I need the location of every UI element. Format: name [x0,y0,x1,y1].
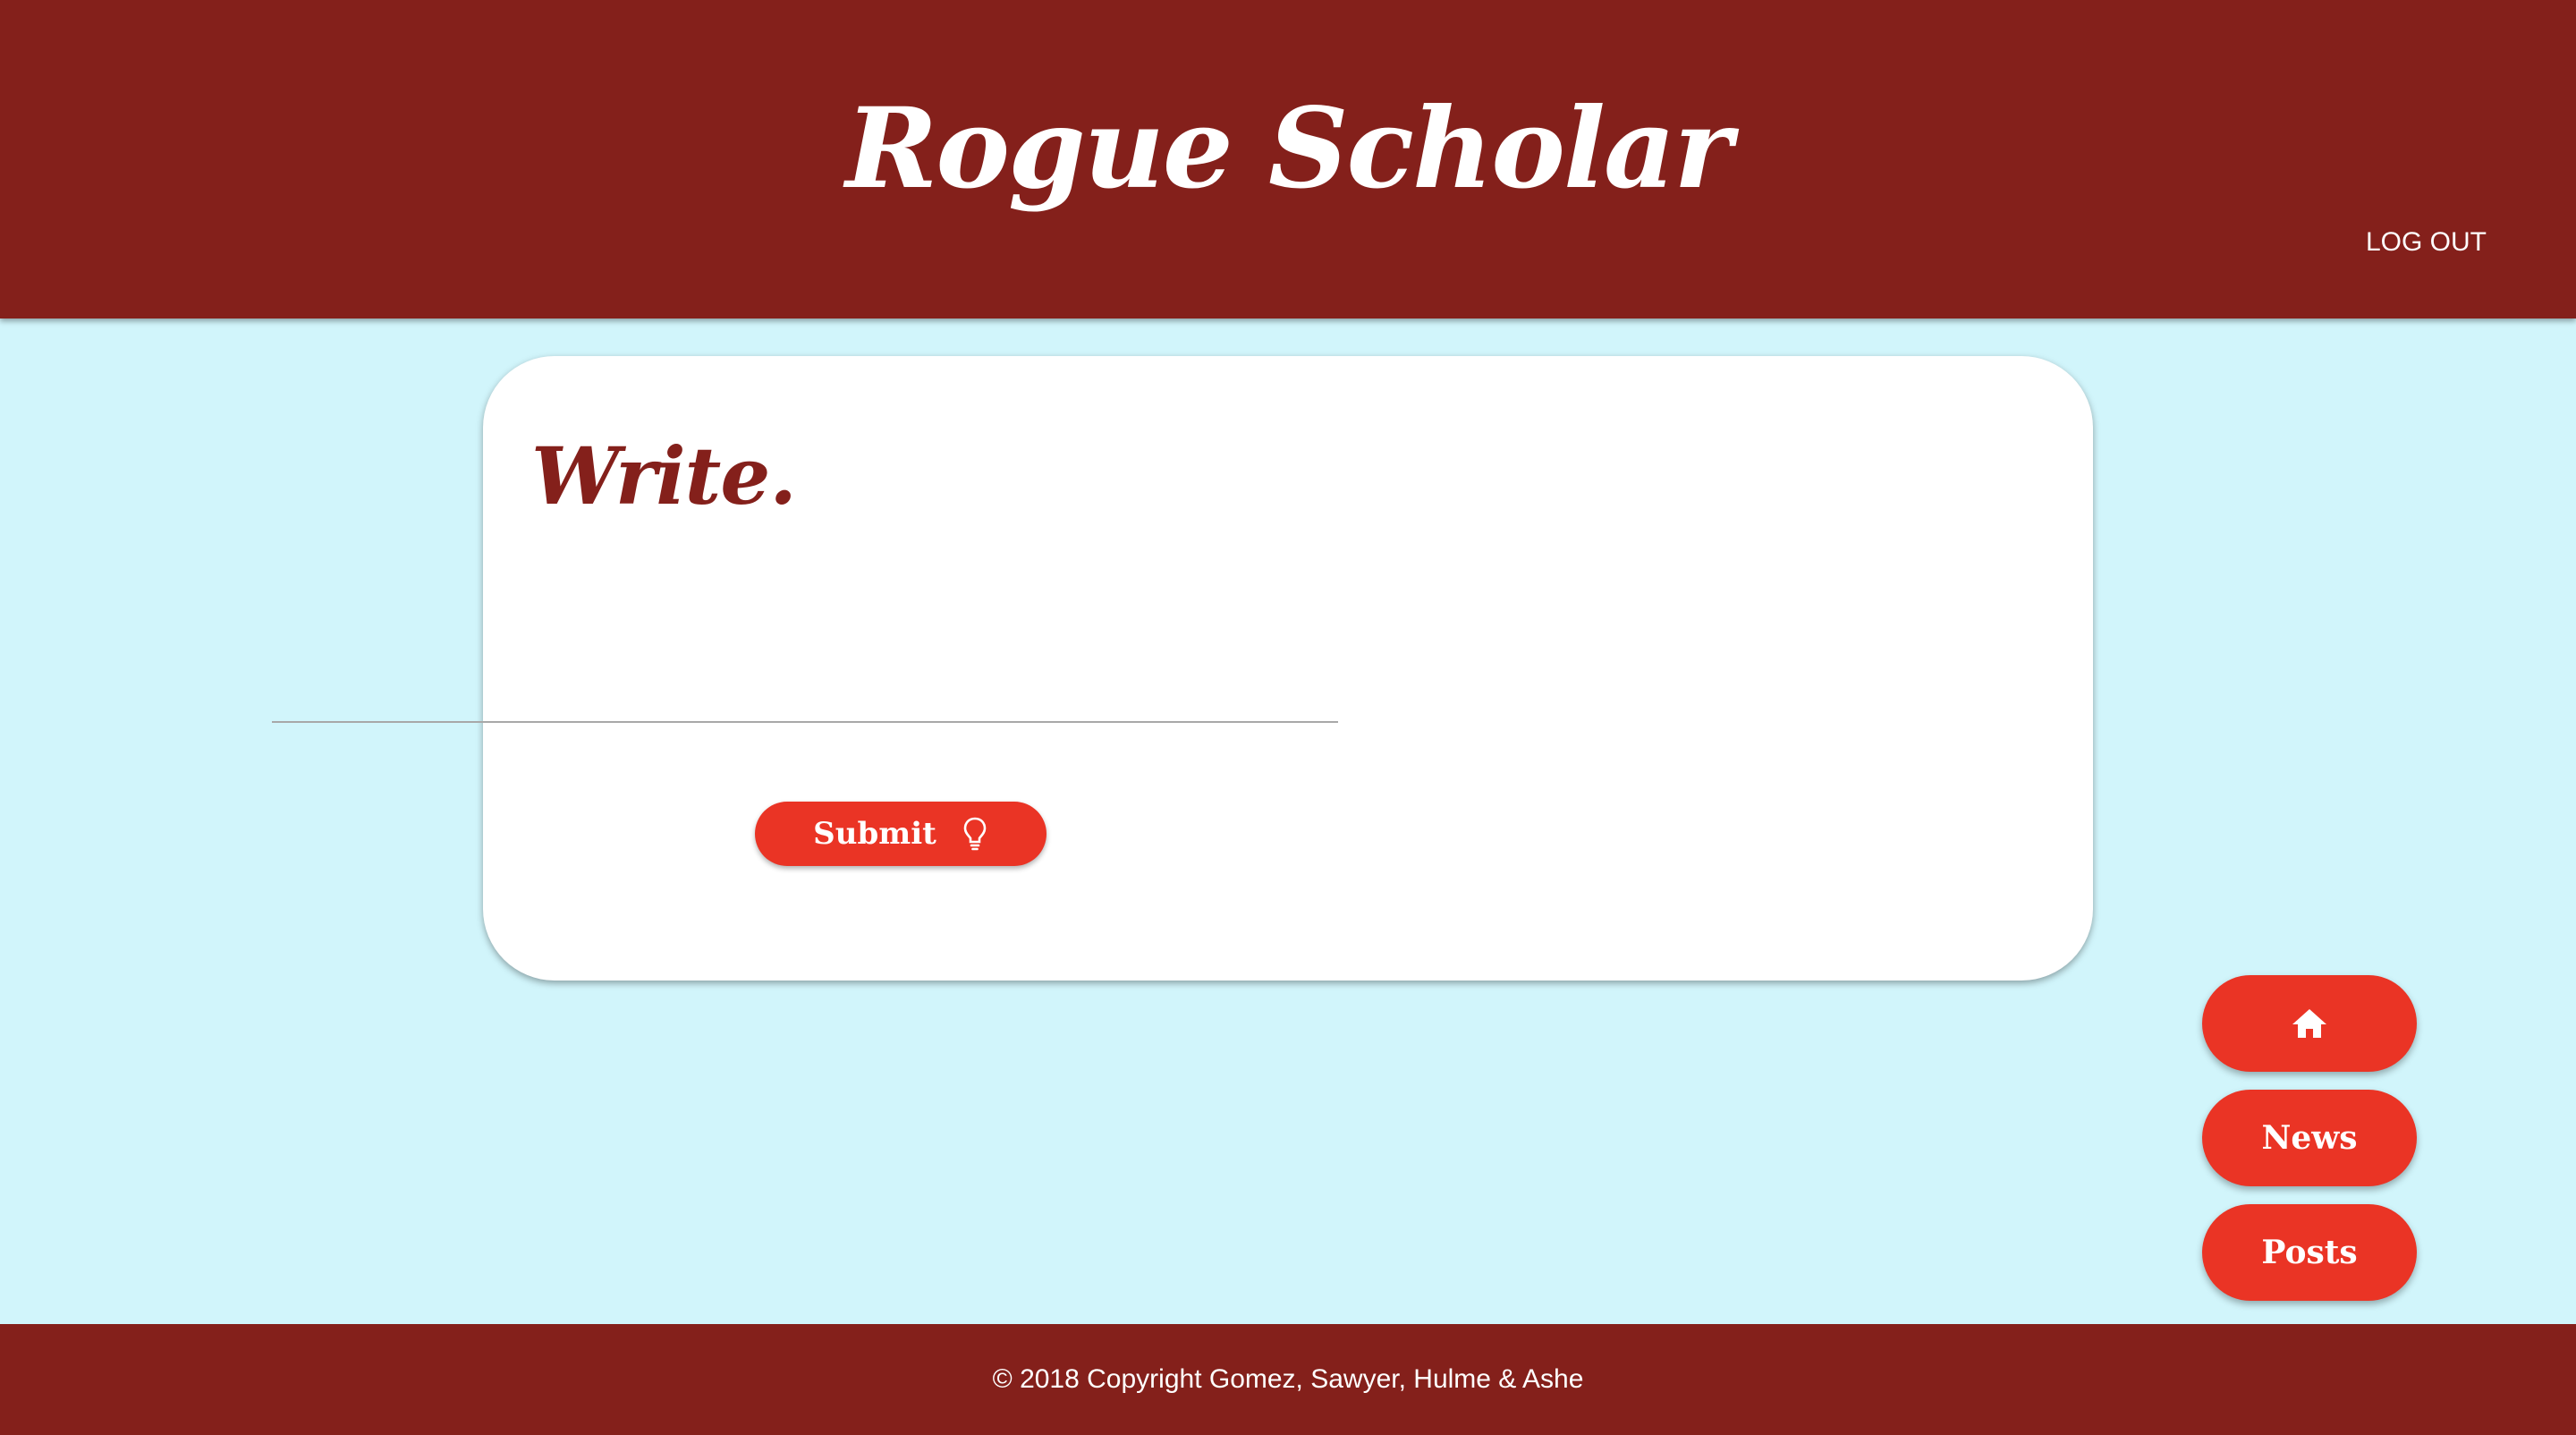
logout-link[interactable]: LOG OUT [2366,227,2487,258]
site-footer: © 2018 Copyright Gomez, Sawyer, Hulme & … [0,1324,2576,1435]
home-icon [2291,1007,2328,1040]
news-button[interactable]: News [2202,1090,2417,1186]
posts-label: Posts [2261,1234,2358,1271]
lightbulb-icon [962,816,988,852]
posts-button[interactable]: Posts [2202,1204,2417,1301]
submit-button[interactable]: Submit [755,802,1046,866]
home-button[interactable] [2202,975,2417,1072]
copyright-text: © 2018 Copyright Gomez, Sawyer, Hulme & … [992,1364,1584,1394]
news-label: News [2261,1119,2358,1157]
submit-label: Submit [813,816,936,852]
site-title: Rogue Scholar [845,84,1732,214]
card-title: Write. [531,429,797,522]
site-header: Rogue Scholar LOG OUT [0,0,2576,318]
write-input[interactable] [272,660,1338,723]
